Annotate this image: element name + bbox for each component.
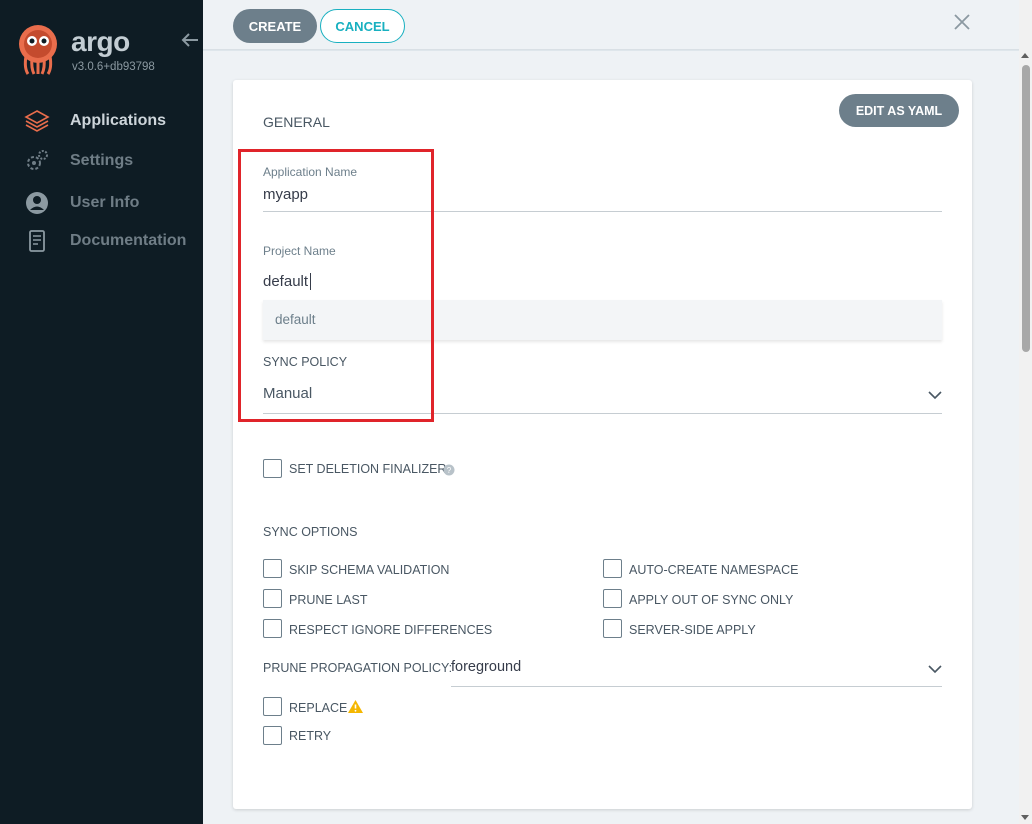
retry-checkbox[interactable] [263, 726, 282, 745]
sidebar-item-user-info[interactable]: User Info [24, 189, 199, 217]
prune-propagation-label: PRUNE PROPAGATION POLICY: [263, 661, 453, 675]
deletion-finalizer-checkbox[interactable] [263, 459, 282, 478]
user-circle-icon [24, 190, 50, 216]
svg-text:?: ? [447, 466, 452, 475]
cancel-button[interactable]: CANCEL [320, 9, 405, 43]
sidebar-item-settings[interactable]: Settings [24, 147, 199, 175]
skip-schema-validation-checkbox[interactable] [263, 559, 282, 578]
help-icon[interactable]: ? [443, 463, 455, 476]
scrollbar[interactable] [1019, 0, 1032, 824]
prune-propagation-underline [451, 686, 942, 687]
replace-label: REPLACE [289, 701, 348, 715]
respect-ignore-differences-label: RESPECT IGNORE DIFFERENCES [289, 623, 493, 637]
top-toolbar: CREATE CANCEL [203, 0, 1019, 50]
create-button[interactable]: CREATE [233, 9, 317, 43]
sidebar-item-label: Settings [70, 152, 134, 169]
skip-schema-validation-label: SKIP SCHEMA VALIDATION [289, 563, 450, 577]
auto-create-namespace-checkbox[interactable] [603, 559, 622, 578]
replace-checkbox[interactable] [263, 697, 282, 716]
deletion-finalizer-label: SET DELETION FINALIZER [289, 462, 447, 476]
retry-label: RETRY [289, 729, 332, 743]
sidebar: argo v3.0.6+db93798 Applications Setting… [0, 0, 203, 824]
sidebar-item-label: Documentation [70, 232, 187, 249]
sidebar-item-documentation[interactable]: Documentation [24, 227, 199, 255]
scrollbar-thumb[interactable] [1022, 65, 1030, 352]
chevron-down-icon[interactable] [928, 661, 942, 674]
sync-options-title: SYNC OPTIONS [263, 525, 358, 539]
prune-last-label: PRUNE LAST [289, 593, 368, 607]
server-side-apply-checkbox[interactable] [603, 619, 622, 638]
server-side-apply-label: SERVER-SIDE APPLY [629, 623, 756, 637]
apply-out-of-sync-only-label: APPLY OUT OF SYNC ONLY [629, 593, 794, 607]
general-section-title: GENERAL [263, 114, 330, 130]
sidebar-item-label: User Info [70, 194, 140, 211]
version-label: v3.0.6+db93798 [72, 61, 155, 73]
apply-out-of-sync-only-checkbox[interactable] [603, 589, 622, 608]
sidebar-item-label: Applications [70, 112, 167, 129]
sidebar-item-applications[interactable]: Applications [24, 107, 199, 135]
auto-create-namespace-label: AUTO-CREATE NAMESPACE [629, 563, 799, 577]
scroll-up-icon[interactable] [1021, 53, 1029, 58]
layers-icon [24, 108, 50, 134]
close-icon[interactable] [952, 12, 972, 32]
respect-ignore-differences-checkbox[interactable] [263, 619, 282, 638]
highlight-box [238, 149, 434, 422]
book-icon [24, 228, 50, 254]
chevron-down-icon[interactable] [928, 387, 942, 400]
collapse-sidebar-icon[interactable] [180, 30, 200, 50]
prune-propagation-select[interactable]: foreground [451, 659, 521, 675]
edit-as-yaml-button[interactable]: EDIT AS YAML [839, 94, 959, 127]
gears-icon [24, 148, 50, 174]
scroll-down-icon[interactable] [1021, 815, 1029, 820]
prune-last-checkbox[interactable] [263, 589, 282, 608]
warning-icon [347, 699, 364, 714]
argo-logo-icon[interactable] [18, 24, 62, 76]
logo-text: argo [71, 26, 130, 57]
